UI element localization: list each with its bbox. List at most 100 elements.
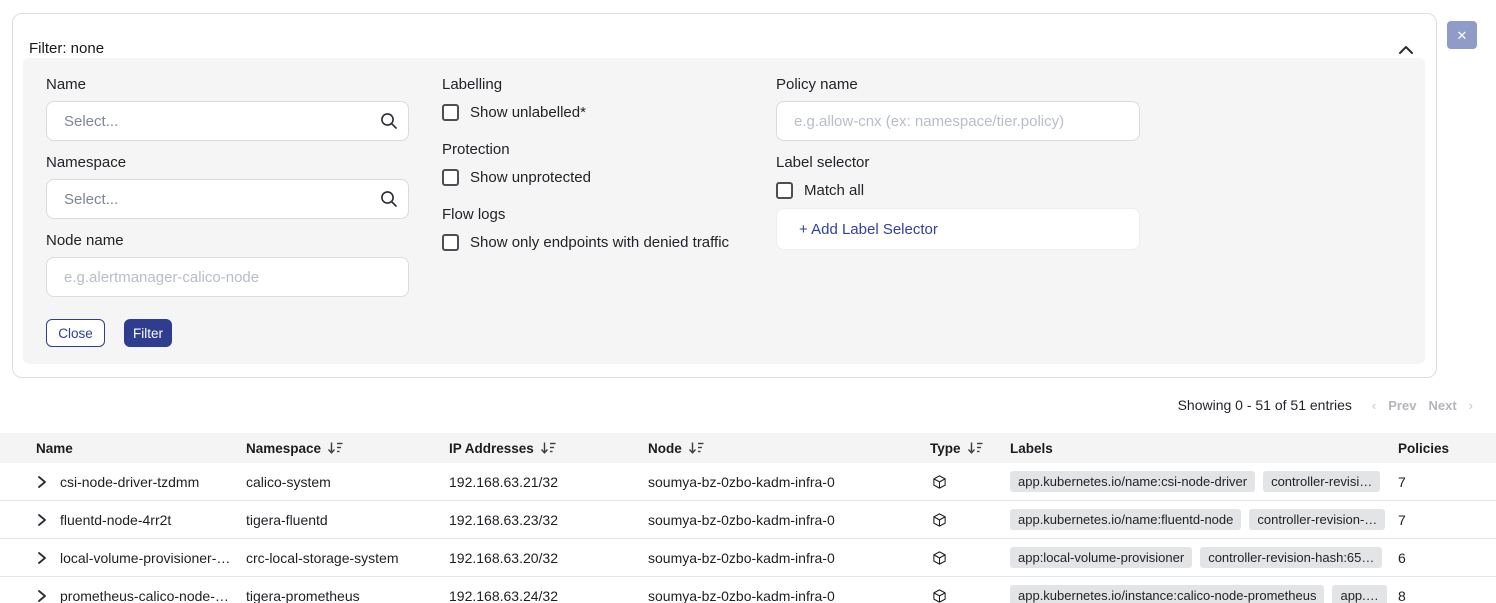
label-chip: app.kubernetes.io/name:fluentd-node <box>1010 509 1241 530</box>
namespace-cell: tigera-prometheus <box>246 588 449 603</box>
close-icon: ✕ <box>1457 29 1468 42</box>
filter-panel-title: Filter: none <box>29 40 104 57</box>
pod-cube-icon <box>932 474 947 490</box>
filter-button[interactable]: Filter <box>124 319 172 347</box>
column-header-node[interactable]: Node <box>648 441 930 456</box>
table-row: fluentd-node-4rr2ttigera-fluentd192.168.… <box>0 501 1496 539</box>
table-row: local-volume-provisioner-…crc-local-stor… <box>0 539 1496 577</box>
column-header-label: Node <box>648 441 682 456</box>
ip-addresses-cell: 192.168.63.23/32 <box>449 512 648 528</box>
prev-chevron-icon[interactable]: ‹ <box>1366 398 1382 413</box>
label-chip: controller-revisi… <box>1263 471 1380 492</box>
entries-summary: Showing 0 - 51 of 51 entries <box>1178 397 1352 413</box>
endpoints-table: Name Namespace IP AddressesNode Type Labels P… <box>0 433 1496 603</box>
denied-traffic-checkbox-row[interactable]: Show only endpoints with denied traffic <box>442 234 729 251</box>
column-header-label: Policies <box>1398 441 1449 456</box>
type-cell <box>930 588 1010 603</box>
match-all-checkbox-row[interactable]: Match all <box>776 182 864 199</box>
next-chevron-icon[interactable]: › <box>1463 398 1479 413</box>
match-all-label: Match all <box>804 182 864 199</box>
endpoint-name-cell: local-volume-provisioner-… <box>60 550 246 566</box>
prev-button[interactable]: Prev <box>1382 398 1422 413</box>
name-select-input[interactable] <box>46 101 409 141</box>
table-row: prometheus-calico-node-…tigera-prometheu… <box>0 577 1496 603</box>
column-header-namespace[interactable]: Namespace <box>246 441 449 456</box>
table-row: csi-node-driver-tzdmmcalico-system192.16… <box>0 463 1496 501</box>
node-name-input[interactable] <box>46 257 409 297</box>
row-expand-button[interactable] <box>36 513 60 527</box>
label-chip: controller-revision-hash:65… <box>1200 547 1382 568</box>
labels-cell: app.kubernetes.io/instance:calico-node-p… <box>1010 585 1398 603</box>
namespace-cell: crc-local-storage-system <box>246 550 449 566</box>
policy-name-field-label: Policy name <box>776 76 858 93</box>
denied-traffic-label: Show only endpoints with denied traffic <box>470 234 729 251</box>
table-body: csi-node-driver-tzdmmcalico-system192.16… <box>0 463 1496 603</box>
column-header-label: Type <box>930 441 961 456</box>
label-selector-section-label: Label selector <box>776 154 869 171</box>
show-unlabelled-label: Show unlabelled* <box>470 104 586 121</box>
protection-section-label: Protection <box>442 141 510 158</box>
row-expand-button[interactable] <box>36 475 60 489</box>
sort-icon <box>540 441 556 455</box>
node-cell: soumya-bz-0zbo-kadm-infra-0 <box>648 550 930 566</box>
filter-panel: Filter: none Name Namespace Node name Cl… <box>12 13 1437 378</box>
type-cell <box>930 474 1010 490</box>
namespace-select-input[interactable] <box>46 179 409 219</box>
column-header-name: Name <box>36 441 246 456</box>
column-header-label: Name <box>36 441 73 456</box>
next-button[interactable]: Next <box>1422 398 1462 413</box>
label-chip: app.kubernetes.io/name:csi-node-driver <box>1010 471 1255 492</box>
sort-icon <box>688 441 704 455</box>
column-header-type[interactable]: Type <box>930 441 1010 456</box>
show-unlabelled-checkbox-row[interactable]: Show unlabelled* <box>442 104 586 121</box>
policies-cell: 7 <box>1398 474 1496 490</box>
policies-cell: 6 <box>1398 550 1496 566</box>
match-all-checkbox[interactable] <box>776 182 793 199</box>
flow-logs-section-label: Flow logs <box>442 206 505 223</box>
pod-cube-icon <box>932 588 947 603</box>
name-field-label: Name <box>46 76 86 93</box>
endpoint-name-cell: prometheus-calico-node-… <box>60 588 246 603</box>
labels-cell: app:local-volume-provisioner controller-r… <box>1010 547 1398 568</box>
show-unprotected-checkbox[interactable] <box>442 169 459 186</box>
show-unprotected-checkbox-row[interactable]: Show unprotected <box>442 169 591 186</box>
show-unlabelled-checkbox[interactable] <box>442 104 459 121</box>
endpoint-name-cell: fluentd-node-4rr2t <box>60 512 246 528</box>
node-cell: soumya-bz-0zbo-kadm-infra-0 <box>648 512 930 528</box>
endpoint-name-cell: csi-node-driver-tzdmm <box>60 474 246 490</box>
pod-cube-icon <box>932 512 947 528</box>
node-cell: soumya-bz-0zbo-kadm-infra-0 <box>648 474 930 490</box>
row-expand-button[interactable] <box>36 589 60 603</box>
filter-card: Name Namespace Node name Close Filter La… <box>23 58 1425 364</box>
column-header-policies: Policies <box>1398 441 1496 456</box>
policy-name-input[interactable] <box>776 101 1140 141</box>
show-unprotected-label: Show unprotected <box>470 169 591 186</box>
column-header-label: Labels <box>1010 441 1053 456</box>
chevron-right-icon <box>36 475 48 489</box>
sort-icon <box>967 441 983 455</box>
label-chip: app:local-volume-provisioner <box>1010 547 1192 568</box>
chevron-right-icon <box>36 513 48 527</box>
pagination-bar: Showing 0 - 51 of 51 entries ‹ Prev Next… <box>1178 397 1479 413</box>
row-expand-button[interactable] <box>36 551 60 565</box>
pod-cube-icon <box>932 550 947 566</box>
dismiss-filter-button[interactable]: ✕ <box>1447 21 1477 49</box>
column-header-ip-addresses[interactable]: IP Addresses <box>449 441 648 456</box>
label-chip: app.kubernetes.io/instance:calico-node-p… <box>1010 585 1324 603</box>
type-cell <box>930 512 1010 528</box>
chevron-up-icon <box>1398 45 1414 55</box>
column-header-label: Namespace <box>246 441 321 456</box>
labelling-section-label: Labelling <box>442 76 502 93</box>
table-header: Name Namespace IP AddressesNode Type Labels P… <box>0 433 1496 463</box>
ip-addresses-cell: 192.168.63.21/32 <box>449 474 648 490</box>
type-cell <box>930 550 1010 566</box>
chevron-right-icon <box>36 551 48 565</box>
label-chip: controller-revision-… <box>1249 509 1385 530</box>
namespace-cell: calico-system <box>246 474 449 490</box>
denied-traffic-checkbox[interactable] <box>442 234 459 251</box>
add-label-selector-button[interactable]: + Add Label Selector <box>776 208 1140 250</box>
close-button[interactable]: Close <box>46 319 105 347</box>
label-chip: app.… <box>1332 585 1386 603</box>
namespace-cell: tigera-fluentd <box>246 512 449 528</box>
policies-cell: 8 <box>1398 588 1496 603</box>
